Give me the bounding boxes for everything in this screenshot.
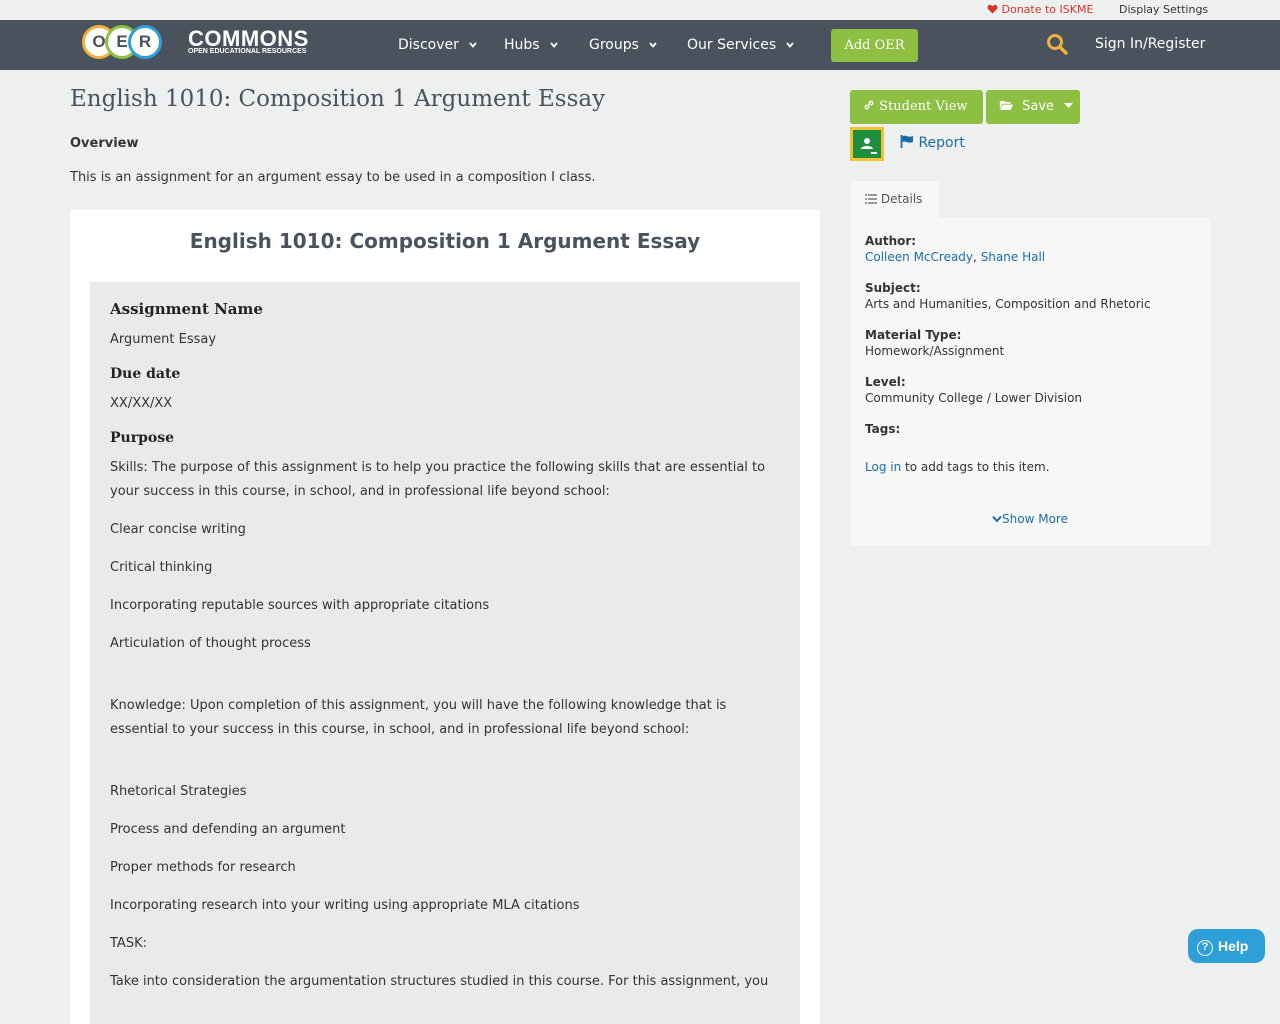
- material-type-value: Homework/Assignment: [865, 344, 1005, 358]
- author-value: Colleen McCready, Shane Hall: [865, 248, 1195, 266]
- question-icon: ?: [1197, 940, 1213, 956]
- skill-item: Clear concise writing: [110, 522, 246, 537]
- knowledge-item: Proper methods for research: [110, 860, 296, 875]
- nav-our-services[interactable]: Our Services: [687, 36, 794, 53]
- document-title: English 1010: Composition 1 Argument Ess…: [189, 229, 701, 253]
- nav-groups[interactable]: Groups: [589, 36, 657, 53]
- main-navbar: O E R COMMONS OPEN EDUCATIONAL RESOURCES…: [0, 20, 1280, 70]
- tags-login-text: Log in to add tags to this item.: [865, 458, 1195, 476]
- donate-label: Donate to ISKME: [1001, 3, 1094, 16]
- skill-item: Incorporating reputable sources with app…: [110, 598, 490, 613]
- knowledge-item: Process and defending an argument: [110, 822, 346, 837]
- subject-value: Arts and Humanities, Composition and Rhe…: [865, 297, 1151, 311]
- report-label: Report: [918, 135, 965, 151]
- subject-label: Subject:: [865, 281, 921, 295]
- skills-intro: Skills: The purpose of this assignment i…: [110, 460, 766, 499]
- add-oer-button[interactable]: Add OER: [831, 29, 918, 62]
- knowledge-item: Rhetorical Strategies: [110, 784, 247, 799]
- task-label: TASK:: [110, 936, 147, 951]
- overview-heading: Overview: [70, 136, 139, 151]
- caret-down-icon: [1064, 103, 1074, 108]
- tags-label: Tags:: [865, 422, 901, 436]
- due-date-heading: Due date: [110, 366, 181, 382]
- search-icon[interactable]: [1046, 33, 1068, 59]
- chevron-down-icon: [649, 36, 657, 52]
- sign-in-register-link[interactable]: Sign In/Register: [1095, 36, 1205, 52]
- link-icon: [864, 100, 874, 110]
- purpose-heading: Purpose: [110, 430, 174, 446]
- help-button[interactable]: ? Help: [1188, 929, 1265, 963]
- report-link[interactable]: Report: [900, 135, 965, 151]
- author-link[interactable]: Shane Hall: [981, 250, 1045, 264]
- save-label: Save: [1022, 99, 1055, 114]
- document-card: English 1010: Composition 1 Argument Ess…: [70, 210, 820, 1024]
- list-icon: [865, 194, 877, 204]
- folder-open-icon: [999, 100, 1014, 110]
- nav-hubs[interactable]: Hubs: [504, 36, 558, 53]
- assignment-name-heading: Assignment Name: [110, 300, 263, 318]
- material-type-label: Material Type:: [865, 328, 962, 342]
- level-label: Level:: [865, 375, 906, 389]
- knowledge-intro: Knowledge: Upon completion of this assig…: [110, 698, 727, 737]
- skill-item: Critical thinking: [110, 560, 213, 575]
- nav-discover-label: Discover: [398, 37, 459, 53]
- logo-letter-r: R: [128, 25, 162, 59]
- task-text: Take into consideration the argumentatio…: [110, 974, 769, 989]
- utility-bar: Donate to ISKME Display Settings: [0, 0, 1280, 20]
- nav-discover[interactable]: Discover: [398, 36, 477, 53]
- author-separator: ,: [973, 250, 977, 264]
- login-link[interactable]: Log in: [865, 460, 901, 474]
- show-more-label: Show More: [1002, 512, 1068, 526]
- knowledge-item: Incorporating research into your writing…: [110, 898, 580, 913]
- nav-hubs-label: Hubs: [504, 37, 540, 53]
- help-label: Help: [1218, 938, 1249, 954]
- google-classroom-icon[interactable]: [850, 127, 884, 161]
- chevron-down-icon: [549, 36, 558, 52]
- assignment-name-value: Argument Essay: [110, 332, 217, 347]
- donate-link[interactable]: Donate to ISKME: [987, 3, 1093, 16]
- show-more-link[interactable]: Show More: [850, 512, 1210, 526]
- student-view-button[interactable]: Student View: [850, 90, 983, 124]
- page-title: English 1010: Composition 1 Argument Ess…: [70, 86, 606, 112]
- nav-our-services-label: Our Services: [687, 37, 777, 53]
- chevron-down-icon: [786, 36, 794, 52]
- flag-icon: [900, 135, 913, 148]
- chevron-down-icon: [469, 36, 477, 52]
- document-body: Assignment Name Argument Essay Due date …: [90, 282, 800, 1024]
- logo-subtitle: OPEN EDUCATIONAL RESOURCES: [188, 48, 307, 55]
- display-settings-link[interactable]: Display Settings: [1119, 3, 1208, 16]
- login-rest-text: to add tags to this item.: [901, 460, 1050, 474]
- save-button[interactable]: Save: [986, 90, 1080, 124]
- overview-text: This is an assignment for an argument es…: [70, 170, 596, 185]
- student-view-label: Student View: [879, 99, 968, 114]
- tab-details[interactable]: Details: [850, 181, 938, 218]
- author-link[interactable]: Colleen McCready: [865, 250, 973, 264]
- author-label: Author:: [865, 234, 917, 248]
- skill-item: Articulation of thought process: [110, 636, 311, 651]
- nav-groups-label: Groups: [589, 37, 639, 53]
- details-panel: Author: Colleen McCready, Shane Hall Sub…: [850, 218, 1210, 546]
- level-value: Community College / Lower Division: [865, 391, 1083, 405]
- chevron-down-icon: [992, 515, 1002, 523]
- due-date-value: XX/XX/XX: [110, 396, 173, 411]
- tab-details-label: Details: [880, 192, 923, 206]
- heart-icon: [987, 4, 998, 14]
